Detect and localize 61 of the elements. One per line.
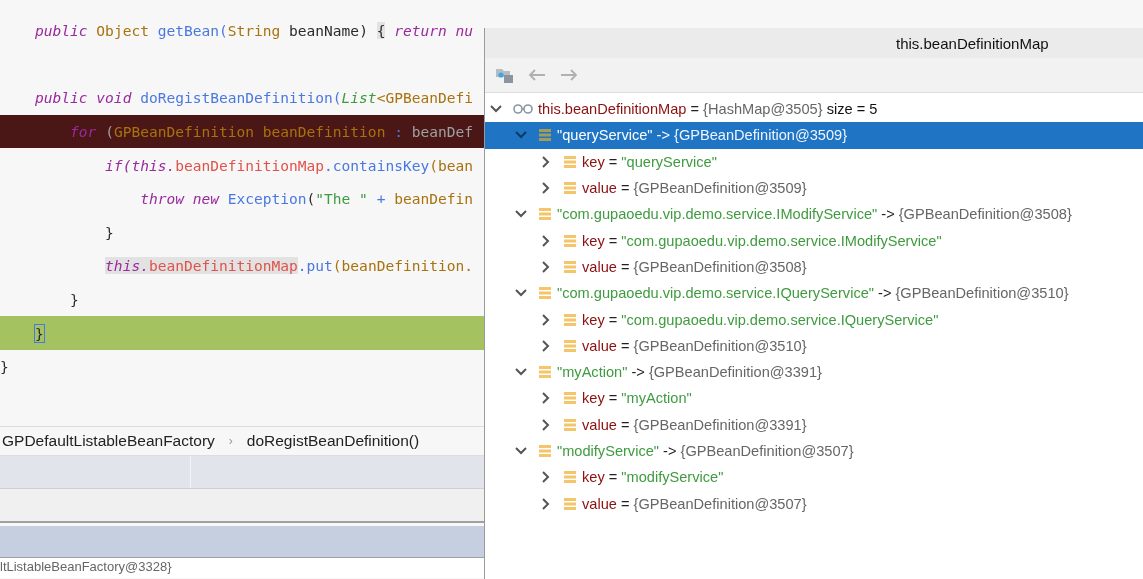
node-text: key = "queryService": [582, 153, 717, 170]
tree-row[interactable]: "com.gupaoedu.vip.demo.service.IModifyService" -> {GPBeanDefinition@3508}: [485, 201, 1143, 228]
tree-row[interactable]: "modifyService" -> {GPBeanDefinition@3507}: [485, 437, 1143, 465]
code-line: }: [104, 222, 115, 243]
tree-row[interactable]: key = "queryService": [485, 148, 1143, 175]
field-icon: [563, 181, 577, 196]
field-icon: [563, 259, 577, 274]
field-icon: [563, 312, 577, 327]
node-text: "queryService" -> {GPBeanDefinition@3509}: [557, 127, 848, 144]
tree-row[interactable]: "myAction" -> {GPBeanDefinition@3391}: [485, 358, 1143, 386]
field-icon: [563, 496, 577, 511]
breadcrumb-item[interactable]: GPDefaultListableBeanFactory: [2, 432, 215, 450]
field-icon: [538, 365, 552, 380]
code-line: this.beanDefinitionMap.put(beanDefinition.: [104, 256, 474, 277]
frame-text: ltListableBeanFactory@3328}: [0, 558, 484, 578]
field-icon: [538, 207, 552, 222]
code-line: }: [0, 357, 10, 378]
tree-row[interactable]: value = {GPBeanDefinition@3508}: [485, 253, 1143, 281]
node-text: key = "myAction": [582, 390, 692, 407]
popup-title: this.beanDefinitionMap: [896, 34, 1049, 52]
code-line: public void doRegistBeanDefinition(List<GPBeanDefi: [34, 88, 474, 109]
tree-row[interactable]: value = {GPBeanDefinition@3391}: [485, 411, 1143, 438]
node-text: value = {GPBeanDefinition@3508}: [582, 258, 807, 275]
tree-row[interactable]: value = {GPBeanDefinition@3507}: [485, 490, 1143, 517]
glasses-icon: [513, 103, 533, 116]
code-line: if(this.beanDefinitionMap.containsKey(bean: [104, 155, 474, 176]
node-text: this.beanDefinitionMap = {HashMap@3505} size = 5: [538, 101, 878, 118]
breadcrumb-item[interactable]: doRegistBeanDefinition(): [246, 432, 420, 450]
code-line: public Object getBean(String beanName) { return nu: [34, 21, 474, 42]
tree-row[interactable]: this.beanDefinitionMap = {HashMap@3505} size = 5: [485, 96, 1143, 123]
node-text: key = "com.gupaoedu.vip.demo.service.IQueryService": [582, 311, 939, 328]
node-text: key = "modifyService": [582, 469, 724, 486]
node-text: value = {GPBeanDefinition@3507}: [582, 495, 807, 512]
node-text: "com.gupaoedu.vip.demo.service.IModifyService" -> {GPBeanDefinition@3508}: [557, 206, 1072, 223]
tree-row[interactable]: "com.gupaoedu.vip.demo.service.IQueryService" -> {GPBeanDefinition@3510}: [485, 280, 1143, 307]
field-icon: [563, 233, 577, 248]
code-line: }: [69, 290, 80, 311]
tree-row[interactable]: key = "com.gupaoedu.vip.demo.service.IModifyService": [485, 227, 1143, 254]
node-text: "com.gupaoedu.vip.demo.service.IQueryService" -> {GPBeanDefinition@3510}: [557, 285, 1069, 302]
breadcrumb-separator: ›: [228, 434, 233, 448]
node-text: value = {GPBeanDefinition@3509}: [582, 180, 807, 197]
field-icon: [563, 470, 577, 485]
tree-row[interactable]: key = "com.gupaoedu.vip.demo.service.IQueryService": [485, 306, 1143, 333]
node-text: "myAction" -> {GPBeanDefinition@3391}: [557, 364, 822, 381]
tree-row[interactable]: key = "myAction": [485, 385, 1143, 412]
field-icon: [538, 128, 552, 143]
tree-row[interactable]: "queryService" -> {GPBeanDefinition@3509}: [485, 122, 1143, 149]
tree-row[interactable]: key = "modifyService": [485, 464, 1143, 491]
node-text: "modifyService" -> {GPBeanDefinition@3507}: [557, 443, 854, 459]
node-text: key = "com.gupaoedu.vip.demo.service.IModifyService": [582, 232, 942, 249]
node-text: value = {GPBeanDefinition@3391}: [582, 416, 807, 433]
field-icon: [538, 286, 552, 301]
field-icon: [563, 154, 577, 169]
tree-row[interactable]: value = {GPBeanDefinition@3509}: [485, 174, 1143, 202]
tree-row[interactable]: value = {GPBeanDefinition@3510}: [485, 332, 1143, 359]
field-icon: [538, 444, 552, 458]
node-text: value = {GPBeanDefinition@3510}: [582, 337, 807, 354]
field-icon: [563, 338, 577, 353]
field-icon: [563, 417, 577, 432]
field-icon: [563, 391, 577, 406]
code-line: throw new Exception("The " + beanDefin: [139, 189, 474, 210]
